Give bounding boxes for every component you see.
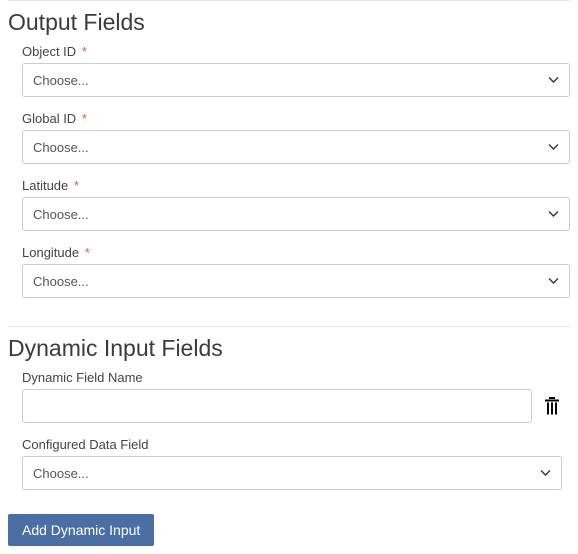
global-id-select[interactable]: Choose...	[22, 130, 570, 164]
configured-data-field-label: Configured Data Field	[22, 437, 562, 452]
object-id-select-value: Choose...	[33, 73, 89, 88]
latitude-select[interactable]: Choose...	[22, 197, 570, 231]
chevron-down-icon	[540, 470, 551, 477]
required-marker: *	[74, 178, 79, 193]
global-id-select-value: Choose...	[33, 140, 89, 155]
dynamic-field-name-label: Dynamic Field Name	[22, 370, 562, 385]
global-id-label: Global ID *	[22, 111, 570, 126]
output-fields-section: Output Fields Object ID * Choose... Glob…	[0, 1, 578, 326]
chevron-down-icon	[548, 77, 559, 84]
longitude-select[interactable]: Choose...	[22, 264, 570, 298]
dynamic-field-name-input[interactable]	[22, 389, 532, 423]
chevron-down-icon	[548, 144, 559, 151]
latitude-field: Latitude * Choose...	[22, 178, 570, 231]
object-id-label: Object ID *	[22, 44, 570, 59]
longitude-label-text: Longitude	[22, 245, 79, 260]
object-id-select[interactable]: Choose...	[22, 63, 570, 97]
configured-data-field-select[interactable]: Choose...	[22, 456, 562, 490]
object-id-field: Object ID * Choose...	[22, 44, 570, 97]
longitude-field: Longitude * Choose...	[22, 245, 570, 298]
add-dynamic-input-button[interactable]: Add Dynamic Input	[8, 514, 154, 546]
dynamic-input-title: Dynamic Input Fields	[8, 335, 570, 362]
object-id-label-text: Object ID	[22, 44, 76, 59]
dynamic-field-name-block: Dynamic Field Name	[22, 370, 562, 423]
trash-icon[interactable]	[542, 395, 562, 417]
global-id-label-text: Global ID	[22, 111, 76, 126]
output-fields-title: Output Fields	[8, 9, 570, 36]
required-marker: *	[82, 111, 87, 126]
latitude-label-text: Latitude	[22, 178, 68, 193]
latitude-select-value: Choose...	[33, 207, 89, 222]
chevron-down-icon	[548, 211, 559, 218]
longitude-select-value: Choose...	[33, 274, 89, 289]
dynamic-input-section: Dynamic Input Fields Dynamic Field Name …	[0, 327, 578, 508]
global-id-field: Global ID * Choose...	[22, 111, 570, 164]
configured-data-field-block: Configured Data Field Choose...	[22, 437, 562, 490]
configured-data-field-value: Choose...	[33, 466, 89, 481]
chevron-down-icon	[548, 278, 559, 285]
longitude-label: Longitude *	[22, 245, 570, 260]
required-marker: *	[85, 245, 90, 260]
latitude-label: Latitude *	[22, 178, 570, 193]
required-marker: *	[82, 44, 87, 59]
